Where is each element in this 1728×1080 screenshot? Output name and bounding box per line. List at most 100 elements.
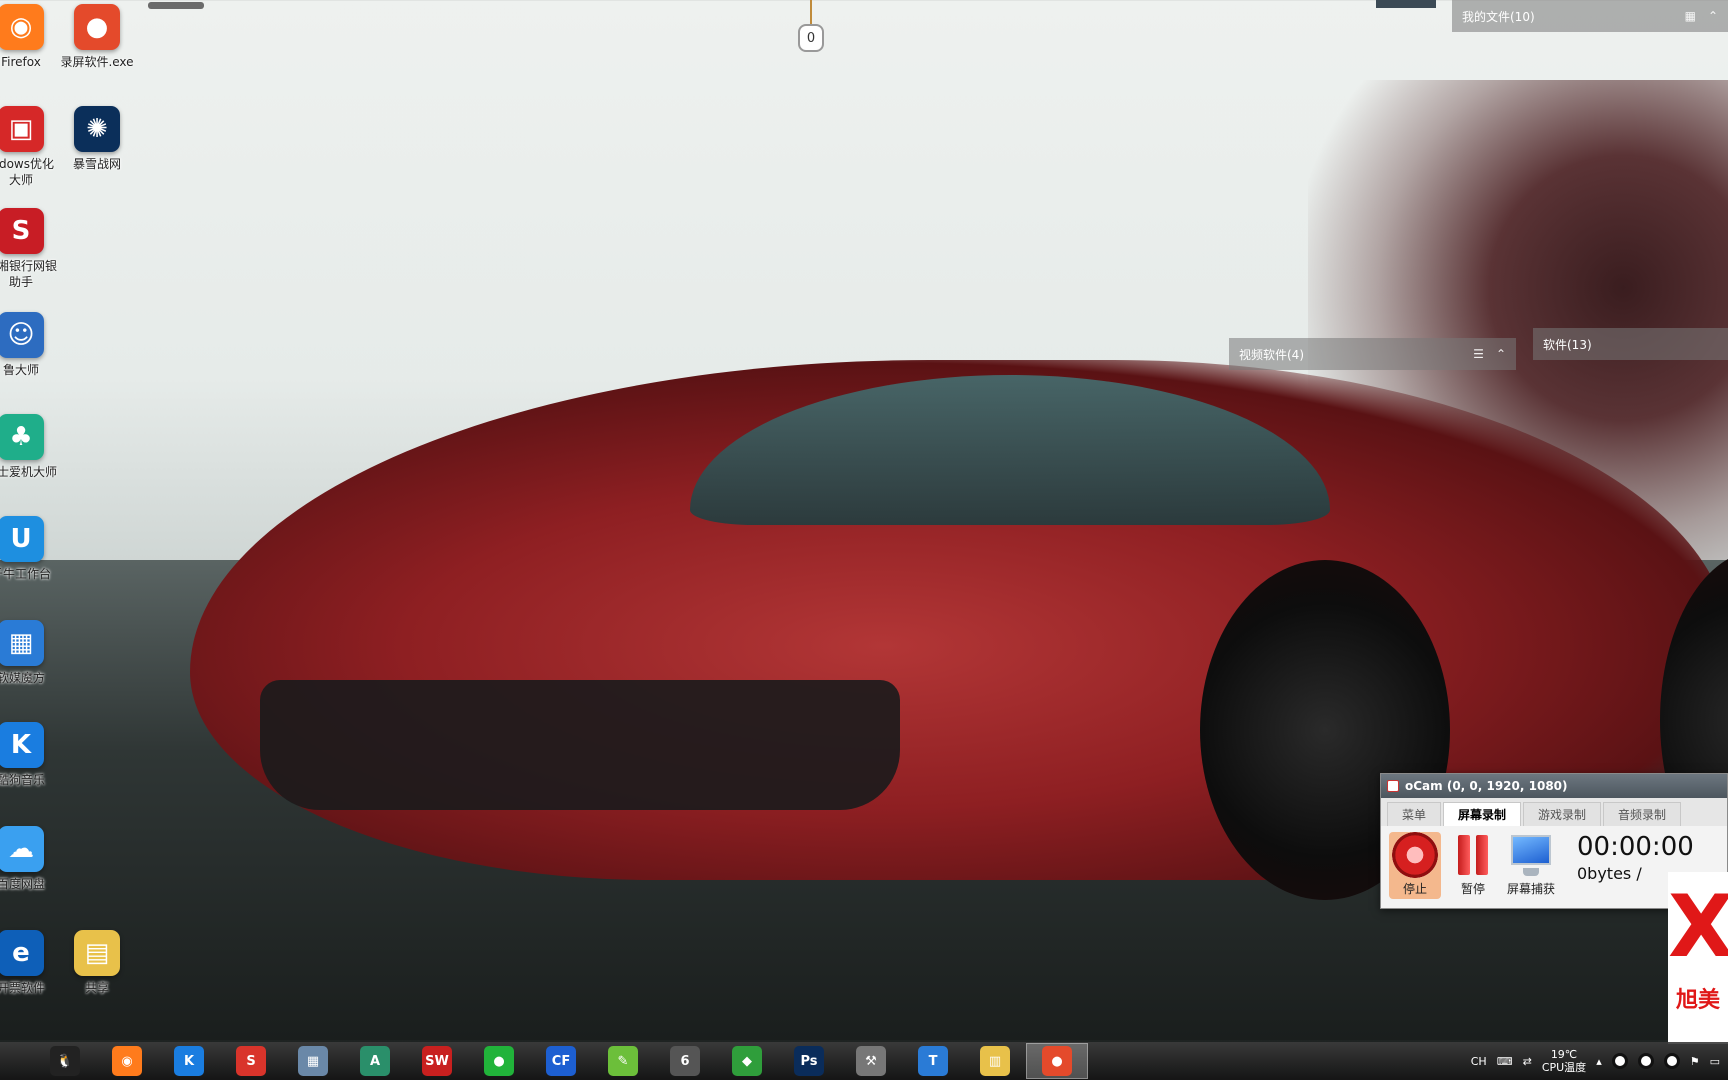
fence-title: 视频软件(4)	[1239, 347, 1304, 362]
desktop-icon-label: 博士爱机大师	[0, 465, 57, 479]
cpu-temp-label: CPU温度	[1541, 1061, 1587, 1074]
screen-capture-label: 屏幕捕获	[1506, 882, 1555, 896]
taskbar-explorer-button[interactable]: ▥	[964, 1043, 1026, 1079]
fence-my-files[interactable]: 我的文件(10) ▦ ⌃	[1452, 0, 1728, 32]
tab-audio-record[interactable]: 音频录制	[1603, 802, 1682, 826]
ocam-icon: ●	[1042, 1046, 1072, 1076]
coreldraw-icon: ◆	[732, 1046, 762, 1076]
ocam-app-icon	[1387, 780, 1399, 792]
flag-icon[interactable]: ⚑	[1690, 1055, 1700, 1068]
app-icon: ☁	[0, 826, 44, 872]
rhino-icon: 6	[670, 1046, 700, 1076]
app-icon: S	[0, 208, 44, 254]
app-icon: ▤	[74, 930, 120, 976]
top-edge-widget	[1376, 0, 1436, 8]
desktop-icon[interactable]: ▤ 共享	[60, 930, 134, 996]
solidworks-icon: SW	[422, 1046, 452, 1076]
brand-ad-widget[interactable]: X 旭美	[1668, 872, 1728, 1044]
tab-screen-record[interactable]: 屏幕录制	[1443, 802, 1522, 826]
desktop-icon[interactable]: ☺ 鲁大师	[0, 312, 58, 378]
desktop-icon[interactable]: ☁ 百度网盘	[0, 826, 58, 892]
desktop-icon-label: 酷狗音乐	[0, 773, 45, 787]
ocam-title: oCam (0, 0, 1920, 1080)	[1405, 779, 1568, 793]
show-desktop-icon[interactable]: ▭	[1710, 1055, 1720, 1068]
collapse-icon[interactable]: ⌃	[1708, 9, 1718, 23]
stop-button[interactable]: 停止	[1389, 832, 1441, 899]
desktop-icon[interactable]: ● 录屏软件.exe	[60, 4, 134, 70]
qq-tray-icon[interactable]	[1611, 1053, 1628, 1069]
desktop-icon-label: indows优化大师	[0, 157, 54, 187]
wechat-icon: ●	[484, 1046, 514, 1076]
taskbar-app-t-button[interactable]: T	[902, 1043, 964, 1079]
brand-name: 旭美	[1675, 988, 1720, 1013]
desktop-icon-label: 鲁大师	[2, 363, 39, 377]
tab-game-record[interactable]: 游戏录制	[1523, 802, 1602, 826]
desktop-icon[interactable]: e 开票软件	[0, 930, 58, 996]
taskbar-wps-button[interactable]: S	[220, 1043, 282, 1079]
cpu-temp[interactable]: 19℃ CPU温度	[1542, 1048, 1586, 1074]
taskbar: 🐧 ◉ K S ▦ A SW ● CF ✎ 6 ◆ Ps ⚒ T ▥ ● CH ⌨ ⇄ 19℃ CPU温度 ▴ …	[0, 1042, 1728, 1080]
taskbar-coreldraw-button[interactable]: ◆	[716, 1043, 778, 1079]
desktop-icon[interactable]: ✺ 暴雪战网	[60, 106, 134, 172]
fence-video-software[interactable]: 视频软件(4) ☰ ⌃	[1229, 338, 1516, 370]
desktop-wallpaper	[0, 0, 1728, 1080]
desktop-icon-label: 录屏软件.exe	[60, 55, 134, 69]
taskbar-rhino-button[interactable]: 6	[654, 1043, 716, 1079]
desktop-icon[interactable]: U 千牛工作台	[0, 516, 58, 582]
taskbar-calculator-button[interactable]: ▦	[282, 1043, 344, 1079]
taskbar-firefox-button[interactable]: ◉	[96, 1043, 158, 1079]
taskbar-ocam-button[interactable]: ●	[1026, 1043, 1088, 1079]
tool-icon: ⚒	[856, 1046, 886, 1076]
desktop-icon[interactable]: ▣ indows优化大师	[0, 106, 58, 188]
taskbar-qq-button[interactable]: 🐧	[34, 1043, 96, 1079]
app-icon: ▣	[0, 106, 44, 152]
collapse-icon[interactable]: ⌃	[1496, 347, 1506, 361]
grid-view-icon[interactable]: ▦	[1685, 9, 1696, 23]
screen-capture-button[interactable]: 屏幕捕获	[1505, 832, 1557, 897]
qq-tray-icon-2[interactable]	[1637, 1053, 1654, 1069]
desktop-icon-label: 千牛工作台	[0, 567, 51, 581]
desktop-icon-label: 暴雪战网	[72, 157, 121, 171]
qq-icon: 🐧	[50, 1046, 80, 1076]
taskbar-wechat-button[interactable]: ●	[468, 1043, 530, 1079]
tab-menu[interactable]: 菜单	[1387, 802, 1442, 826]
brand-logo-x: X	[1668, 877, 1728, 977]
taskbar-photoshop-button[interactable]: Ps	[778, 1043, 840, 1079]
pause-button[interactable]: 暂停	[1447, 832, 1499, 897]
app-green-icon: ✎	[608, 1046, 638, 1076]
hang-string	[810, 0, 812, 24]
stop-icon	[1392, 832, 1438, 878]
fence-title: 软件(13)	[1543, 337, 1592, 352]
taskbar-solidworks-button[interactable]: SW	[406, 1043, 468, 1079]
wallpaper-car-grille	[260, 680, 900, 810]
app-icon: ●	[74, 4, 120, 50]
taskbar-kugou-button[interactable]: K	[158, 1043, 220, 1079]
desktop-icon[interactable]: S 兴湘银行网银助手	[0, 208, 58, 290]
stop-label: 停止	[1402, 882, 1427, 896]
input-language[interactable]: CH	[1471, 1055, 1487, 1068]
pause-label: 暂停	[1460, 882, 1485, 896]
ocam-titlebar[interactable]: oCam (0, 0, 1920, 1080)	[1381, 774, 1727, 798]
desktop-icon-label: 百度网盘	[0, 877, 45, 891]
desktop-icon[interactable]: K 酷狗音乐	[0, 722, 58, 788]
keyboard-icon[interactable]: ⌨	[1497, 1055, 1513, 1068]
desktop-icon[interactable]: ♣ 博士爱机大师	[0, 414, 58, 480]
desktop-icon-label: 兴湘银行网银助手	[0, 259, 57, 289]
app-icon: U	[0, 516, 44, 562]
taskbar-apps: 🐧 ◉ K S ▦ A SW ● CF ✎ 6 ◆ Ps ⚒ T ▥ ●	[0, 1043, 1088, 1079]
taskbar-tool-button[interactable]: ⚒	[840, 1043, 902, 1079]
taskbar-app-green-button[interactable]: ✎	[592, 1043, 654, 1079]
desktop-icon[interactable]: ◉ Firefox	[0, 4, 58, 70]
desktop-icon[interactable]: ▦ 软媒魔方	[0, 620, 58, 686]
list-view-icon[interactable]: ☰	[1473, 347, 1484, 361]
taskbar-cf-button[interactable]: CF	[530, 1043, 592, 1079]
fence-software[interactable]: 软件(13)	[1533, 328, 1728, 360]
network-icon[interactable]: ⇄	[1523, 1055, 1532, 1068]
app-icon: ✺	[74, 106, 120, 152]
app-icon: ☺	[0, 312, 44, 358]
taskbar-autocad-button[interactable]: A	[344, 1043, 406, 1079]
qq-tray-icon-3[interactable]	[1663, 1053, 1680, 1069]
ocam-tabs: 菜单 屏幕录制 游戏录制 音频录制	[1381, 798, 1727, 826]
tray-expand-icon[interactable]: ▴	[1596, 1055, 1602, 1068]
hanging-tag-widget[interactable]: 0	[796, 0, 826, 56]
